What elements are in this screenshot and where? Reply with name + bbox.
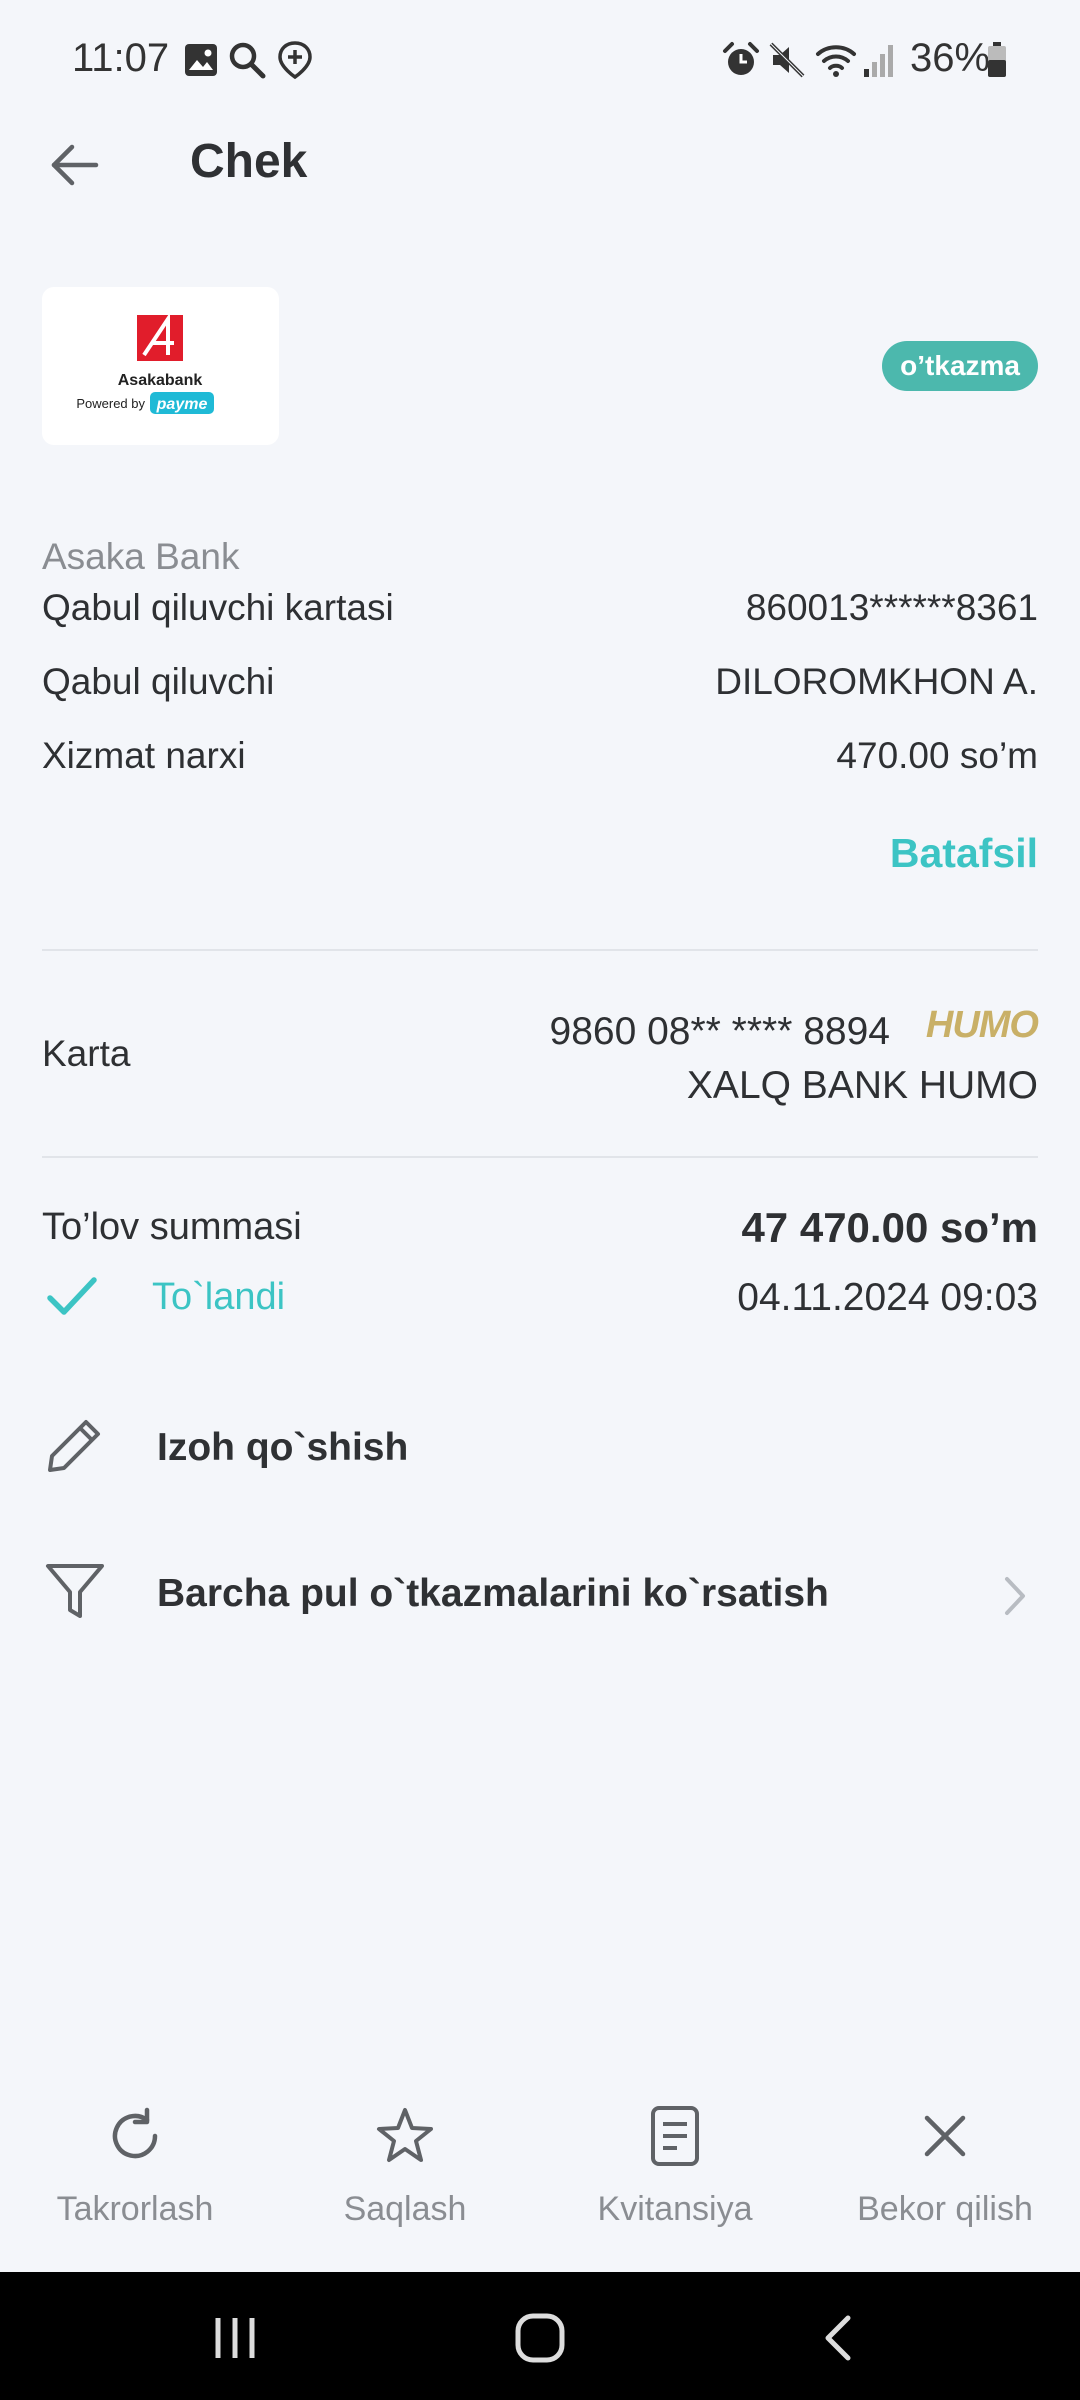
battery-percent: 36% [910,36,991,80]
system-nav-bar [0,2272,1080,2400]
save-button[interactable]: Saqlash [270,2090,540,2229]
svg-text:Asakabank: Asakabank [118,372,203,389]
divider [42,949,1038,951]
signal-icon [864,45,893,77]
status-time: 11:07 [72,36,170,80]
show-all-transfers-row[interactable]: Barcha pul o`tkazmalarini ko`rsatish [42,1538,1038,1638]
page-title: Chek [190,135,308,188]
status-bar: 11:07 36% [0,0,1080,120]
payment-status: To`landi [152,1276,286,1318]
repeat-label: Takrorlash [56,2190,214,2228]
recipient-label: Qabul qiluvchi [42,661,275,702]
recipient-card-value: 860013******8361 [745,587,1038,628]
add-comment-row[interactable]: Izoh qo`shish [42,1392,1038,1492]
save-label: Saqlash [343,2190,467,2228]
payment-date: 04.11.2024 09:03 [737,1276,1038,1319]
cancel-label: Bekor qilish [857,2190,1033,2228]
search-icon [229,42,266,79]
humo-logo: HUMO [925,1004,1039,1046]
receipt-screen: 11:07 36% Chek Asakabank Powered by paym… [0,0,1080,2400]
cancel-button[interactable]: Bekor qilish [810,2090,1080,2229]
chevron-right-icon [1005,1577,1025,1615]
card-bank-name: XALQ BANK HUMO [686,1064,1038,1107]
merchant-logo: Asakabank Powered by payme [42,287,279,445]
star-icon [377,2108,433,2162]
transfer-type-badge: o’tkazma [882,341,1038,391]
card-label: Karta [42,1033,131,1074]
refresh-icon [112,2107,158,2159]
card-number: 9860 08** **** 8894 [549,1010,890,1053]
payment-amount-label: To’lov summasi [42,1206,302,1248]
filter-icon [46,1564,104,1618]
repeat-button[interactable]: Takrorlash [0,2090,270,2229]
document-icon [651,2106,699,2166]
recipient-card-label: Qabul qiluvchi kartasi [42,587,394,628]
close-icon [924,2115,966,2157]
check-icon [47,1277,97,1315]
mute-icon [769,42,805,78]
svg-text:Powered by: Powered by [76,396,145,411]
bank-name: Asaka Bank [42,536,240,577]
payment-amount-value: 47 470.00 so’m [741,1204,1038,1251]
gallery-icon [185,44,217,76]
recent-apps-icon[interactable] [210,2316,260,2360]
location-add-icon [278,41,312,80]
arrow-left-icon [51,144,99,186]
service-fee-label: Xizmat narxi [42,735,246,776]
receipt-button[interactable]: Kvitansiya [540,2090,810,2229]
pencil-icon [48,1420,100,1472]
alarm-icon [723,42,759,75]
divider [42,1156,1038,1158]
bottom-action-bar: Takrorlash Saqlash Kvitansiya Bekor qili… [0,2090,1080,2270]
show-all-transfers-label: Barcha pul o`tkazmalarini ko`rsatish [157,1572,829,1615]
home-icon[interactable] [514,2312,566,2364]
receipt-label: Kvitansiya [597,2190,753,2228]
recipient-value: DILOROMKHON A. [715,661,1038,702]
back-nav-icon[interactable] [820,2314,856,2362]
back-button[interactable] [40,130,110,200]
svg-text:payme: payme [156,396,208,413]
battery-icon [988,42,1006,77]
details-link[interactable]: Batafsil [890,830,1038,877]
service-fee-value: 470.00 so’m [836,735,1038,776]
wifi-icon [816,45,856,77]
add-comment-label: Izoh qo`shish [157,1426,409,1469]
